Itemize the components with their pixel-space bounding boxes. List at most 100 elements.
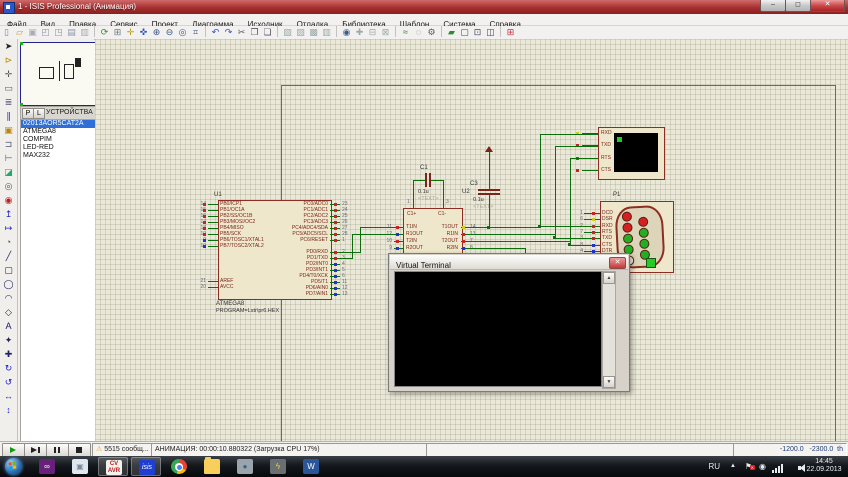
message-count-text: 5515 сообщ... (104, 446, 149, 453)
pin-name: DSR (602, 217, 613, 222)
pin-state-indicator (334, 227, 337, 230)
taskbar-word[interactable]: W (296, 457, 326, 476)
wire-segment (540, 134, 541, 228)
pin-wire (208, 228, 218, 229)
pin-state-indicator (334, 203, 337, 206)
coordinate-x: -1200.0 (780, 446, 804, 453)
scroll-down-icon[interactable]: ▼ (603, 376, 615, 388)
u2-pin3-number: 3 (446, 200, 449, 205)
pin-state-indicator (334, 281, 337, 284)
virtual-terminal-titlebar[interactable]: Virtual Terminal ✕ (390, 255, 628, 270)
network-signal-icon[interactable] (772, 463, 784, 473)
pin-number: 20 (192, 285, 206, 290)
pin-state-indicator (462, 247, 465, 250)
cursor-coordinates: -1200.0 -2300.0 th (733, 443, 847, 457)
taskbar-visual-studio[interactable]: ∞ (32, 457, 62, 476)
u1-value: ATMEGA8 (216, 301, 244, 307)
pin-wire (208, 287, 218, 288)
pin-state-indicator (592, 218, 595, 221)
pin-wire (208, 234, 218, 235)
pin-number: 7 (574, 230, 583, 235)
wire-segment (469, 248, 525, 249)
terminal-scrollbar[interactable]: ▲ ▼ (602, 271, 616, 389)
cvavr-text2: AVR (106, 468, 122, 475)
pin-number: 13 (342, 292, 354, 297)
action-center-flag-icon[interactable]: ⚑✕ (745, 460, 752, 473)
wire-segment (570, 158, 598, 159)
windows-flag-icon (8, 461, 17, 470)
taskbar-codevision-avr[interactable]: CVAVR (98, 457, 128, 476)
pin-state-indicator (203, 203, 206, 206)
isis-application-window: 1 - ISIS Professional (Анимация) – ◻ ✕ Ф… (0, 0, 848, 477)
pause-button[interactable] (46, 443, 69, 457)
wire-junction (487, 226, 490, 229)
wire-segment (352, 234, 394, 235)
scroll-up-icon[interactable]: ▲ (603, 272, 615, 284)
language-indicator[interactable]: RU (708, 460, 720, 473)
pin-name: TXD (602, 236, 612, 241)
taskbar-isis-icon: isis (139, 460, 155, 475)
windows-taskbar: RU ▲ ⚑✕ ◉ 14:45 22.09.2013 ∞▣CVAVR isis ● ϟ… (0, 456, 848, 477)
pin-wire (208, 216, 218, 217)
taskbar-3d-app[interactable]: ▣ (65, 457, 95, 476)
message-counter[interactable]: ⚠ 5515 сообщ... (92, 443, 156, 457)
wire-segment (360, 227, 361, 253)
pin-name: RXD (601, 131, 612, 136)
wire-junction (538, 225, 541, 228)
db9-led (639, 239, 650, 250)
wire-segment (469, 227, 540, 228)
chrome-center (175, 463, 183, 471)
hidden-icons-chevron[interactable]: ▲ (730, 460, 736, 473)
pin-name: CTS (601, 168, 611, 173)
taskbar-explorer[interactable] (197, 457, 227, 476)
power-tray-icon[interactable]: ◉ (759, 460, 766, 473)
c3-capacitor[interactable] (478, 189, 500, 191)
animation-status-text: АНИМАЦИЯ: 00:00:10.880322 (Загрузка CPU … (155, 446, 320, 453)
taskbar-isis[interactable]: isis (131, 457, 161, 476)
pin-state-indicator (334, 221, 337, 224)
wire-segment (352, 234, 353, 259)
pin-state-indicator (203, 209, 206, 212)
pin-wire (208, 204, 218, 205)
wire-segment (540, 226, 591, 227)
animation-status: АНИМАЦИЯ: 00:00:10.880322 (Загрузка CPU … (151, 443, 429, 457)
wire-segment (570, 158, 571, 246)
taskbar-chrome[interactable] (164, 457, 194, 476)
p1-reference: P1 (613, 192, 620, 198)
pin-name: PC6/RESET (266, 238, 328, 243)
taskbar-utility[interactable]: ● (230, 457, 260, 476)
pin-wire (208, 246, 218, 247)
chrome-dot (177, 465, 182, 470)
wire-segment (489, 195, 490, 228)
stop-button[interactable] (68, 443, 91, 457)
terminal-cursor (617, 137, 622, 142)
pin-name: R1IN (416, 232, 458, 237)
status-bar: ⚠ 5515 сообщ... АНИМАЦИЯ: 00:00:10.88032… (0, 441, 848, 457)
terminal-screen[interactable] (394, 271, 602, 387)
c1-value: 0.1u (418, 189, 429, 195)
c1-text-property: <TEXT> (418, 196, 438, 202)
wire-segment (431, 180, 443, 181)
wire-segment (555, 238, 591, 239)
c3-reference: C3 (470, 181, 478, 187)
pin-state-indicator (462, 240, 465, 243)
step-button[interactable] (24, 443, 47, 457)
virtual-terminal-window[interactable]: Virtual Terminal ✕ ▲ ▼ (388, 253, 630, 392)
pin-name: AVCC (220, 285, 234, 290)
tray-clock[interactable]: 14:45 22.09.2013 (802, 458, 846, 474)
wire-segment (360, 227, 394, 228)
taskbar-terminal[interactable]: ϟ (263, 457, 293, 476)
pin-state-indicator (334, 275, 337, 278)
pin-state-indicator (203, 245, 206, 248)
taskbar-terminal-icon: ϟ (270, 459, 286, 474)
play-button[interactable] (2, 443, 25, 457)
u2-pin1-number: 1 (407, 200, 410, 205)
pin-state-indicator (334, 263, 337, 266)
close-icon[interactable]: ✕ (609, 257, 626, 269)
pin-wire (208, 240, 218, 241)
pin-state-indicator (462, 233, 465, 236)
pin-name: R2IN (416, 246, 458, 251)
wire-segment (340, 258, 352, 259)
pin-name: RTS (602, 230, 612, 235)
start-button[interactable] (5, 458, 22, 475)
